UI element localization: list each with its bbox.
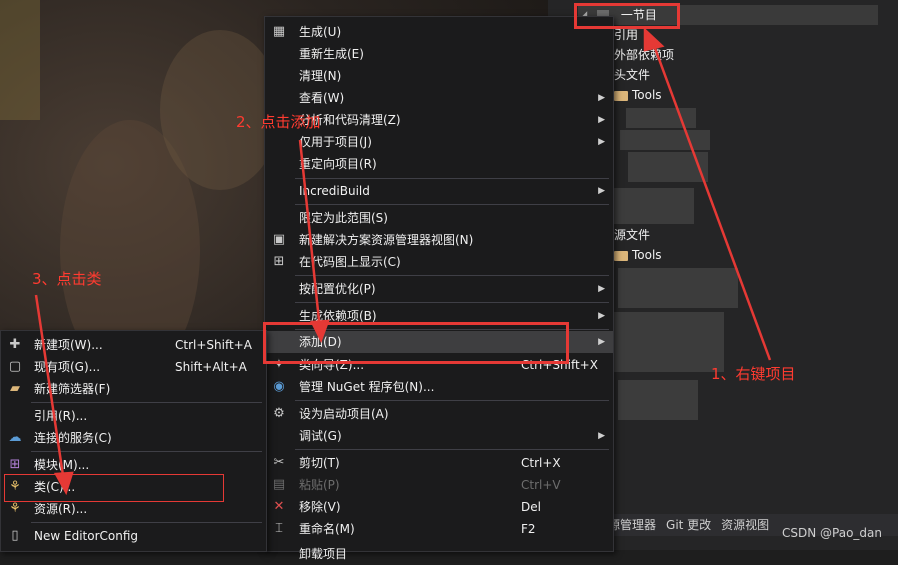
annotation-step3: 3、点击类 xyxy=(32,270,102,288)
annotation-step2: 2、点击添加 xyxy=(236,113,321,131)
arrow-head-icon xyxy=(310,319,330,344)
arrow-head-icon xyxy=(643,27,665,52)
arrow-step1 xyxy=(650,39,772,361)
arrow-step2 xyxy=(298,139,322,331)
arrow-head-icon xyxy=(53,471,74,496)
annotation-step1: 1、右键项目 xyxy=(711,365,796,383)
arrow-step3 xyxy=(34,294,66,483)
annotation-arrows xyxy=(34,27,772,496)
